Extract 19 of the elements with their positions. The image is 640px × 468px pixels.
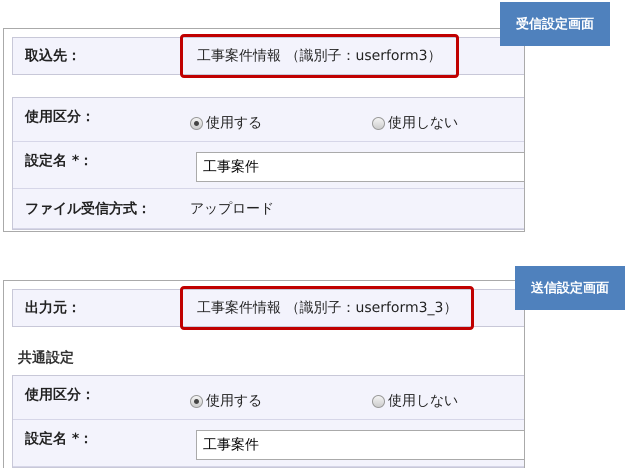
field-label: 取込先： bbox=[24, 47, 82, 65]
radio-option[interactable]: 使用しない bbox=[372, 114, 524, 132]
field-value: アップロード bbox=[190, 200, 274, 218]
radio-option[interactable]: 使用しない bbox=[372, 392, 524, 410]
callout-label: 送信設定画面 bbox=[515, 266, 625, 310]
radio-option[interactable]: 使用する bbox=[190, 392, 372, 410]
highlighted-value: 工事案件情報 （識別子：userform3_3） bbox=[180, 286, 474, 330]
field-label: ファイル受信方式： bbox=[24, 200, 152, 218]
field-label: 設定名 *： bbox=[24, 430, 94, 448]
callout-label: 受信設定画面 bbox=[500, 2, 610, 46]
section-title: 共通設定 bbox=[17, 348, 75, 368]
field-label: 設定名 *： bbox=[24, 152, 94, 170]
highlighted-value: 工事案件情報 （識別子：userform3） bbox=[180, 34, 459, 78]
radio-option[interactable]: 使用する bbox=[190, 114, 372, 132]
field-label: 出力元： bbox=[24, 299, 82, 317]
field-label: 使用区分： bbox=[24, 108, 96, 126]
field-label: 使用区分： bbox=[24, 386, 96, 404]
input-field[interactable]: 工事案件 bbox=[196, 430, 524, 460]
input-field[interactable]: 工事案件 bbox=[196, 152, 524, 182]
